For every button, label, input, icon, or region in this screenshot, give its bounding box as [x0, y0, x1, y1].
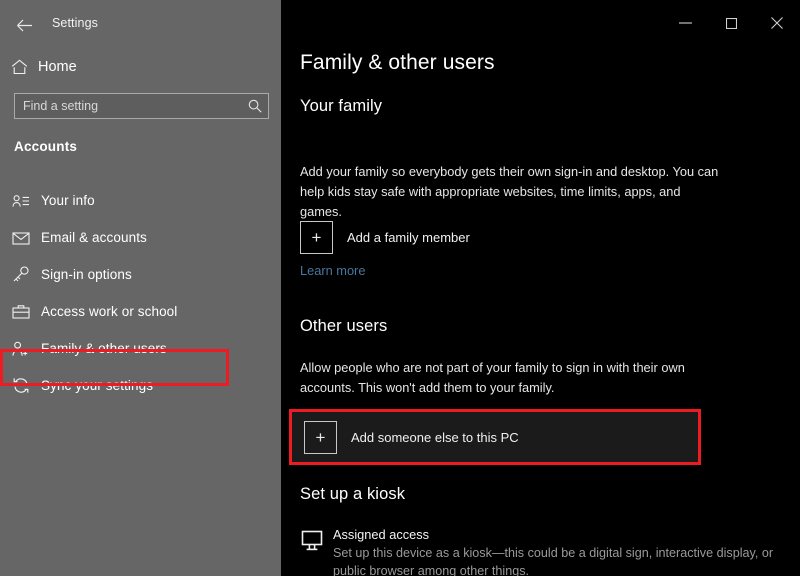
key-icon [0, 266, 41, 283]
search-box[interactable] [14, 93, 269, 119]
sidebar-item-label: Sign-in options [41, 267, 132, 282]
sidebar-nav: Your info Email & accounts [0, 182, 281, 404]
sync-icon [0, 377, 41, 394]
sidebar-item-home[interactable]: Home [0, 54, 281, 80]
sidebar-item-sync-your-settings[interactable]: Sync your settings [0, 367, 281, 404]
briefcase-icon [0, 304, 41, 319]
window-titlebar [281, 4, 800, 40]
sidebar-item-label: Sync your settings [41, 378, 153, 393]
sidebar-item-access-work-school[interactable]: Access work or school [0, 293, 281, 330]
sidebar-item-label: Email & accounts [41, 230, 147, 245]
other-users-description: Allow people who are not part of your fa… [300, 358, 720, 398]
assigned-access-description: Set up this device as a kiosk—this could… [333, 544, 783, 576]
search-input[interactable] [15, 94, 242, 118]
sidebar-item-sign-in-options[interactable]: Sign-in options [0, 256, 281, 293]
section-heading-your-family: Your family [300, 97, 382, 116]
page-title: Family & other users [300, 51, 495, 75]
app-title: Settings [52, 16, 98, 30]
sidebar-titlebar: Settings [0, 4, 281, 40]
search-icon[interactable] [242, 99, 268, 113]
add-someone-else-button[interactable]: + Add someone else to this PC [292, 412, 698, 462]
add-family-member-button[interactable]: + Add a family member [291, 215, 771, 259]
plus-box-icon: + [304, 421, 337, 454]
sidebar: Settings Home Accounts [0, 0, 281, 576]
sidebar-item-label: Family & other users [41, 341, 167, 356]
contact-card-icon [0, 194, 41, 208]
sidebar-item-label: Your info [41, 193, 95, 208]
person-plus-icon [0, 341, 41, 357]
envelope-icon [0, 231, 41, 245]
maximize-button[interactable] [708, 8, 754, 38]
sidebar-item-email-accounts[interactable]: Email & accounts [0, 219, 281, 256]
assigned-access-item[interactable]: Assigned access Set up this device as a … [291, 525, 791, 576]
assigned-access-title: Assigned access [333, 527, 429, 542]
sidebar-item-label: Access work or school [41, 304, 177, 319]
home-icon [0, 59, 38, 75]
plus-box-icon: + [300, 221, 333, 254]
section-heading-other-users: Other users [300, 317, 387, 336]
section-heading-kiosk: Set up a kiosk [300, 485, 405, 504]
back-arrow-icon[interactable] [11, 13, 37, 37]
close-button[interactable] [754, 8, 800, 38]
sidebar-item-label-home: Home [38, 59, 77, 75]
main-content: Family & other users Your family Add you… [281, 0, 800, 576]
minimize-button[interactable] [662, 8, 708, 38]
learn-more-link[interactable]: Learn more [300, 263, 365, 278]
highlight-box-add-someone-else: + Add someone else to this PC [289, 409, 701, 465]
sidebar-item-family-other-users[interactable]: Family & other users [0, 330, 281, 367]
add-someone-else-label: Add someone else to this PC [351, 430, 519, 445]
sidebar-category-title: Accounts [14, 139, 77, 154]
your-family-description: Add your family so everybody gets their … [300, 162, 720, 222]
settings-window: Settings Home Accounts [0, 0, 800, 576]
monitor-icon [291, 525, 333, 551]
sidebar-item-your-info[interactable]: Your info [0, 182, 281, 219]
add-family-member-label: Add a family member [347, 230, 470, 245]
